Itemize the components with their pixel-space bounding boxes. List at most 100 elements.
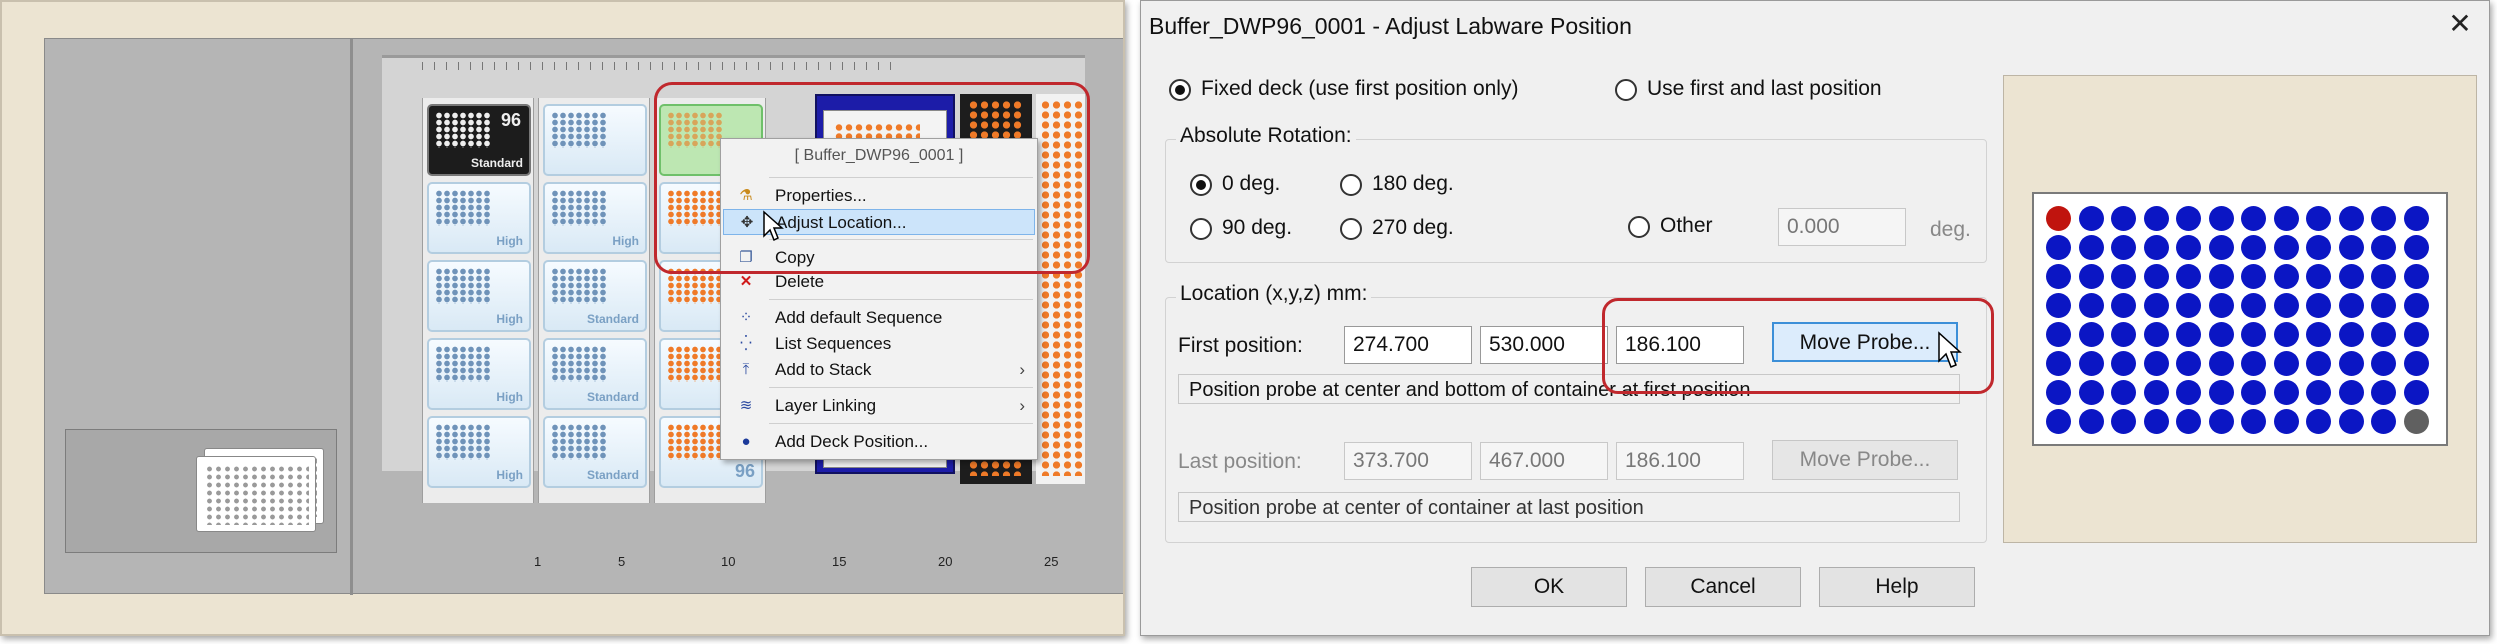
plate-well bbox=[2306, 235, 2331, 260]
plate-well bbox=[2078, 409, 2104, 434]
mini-plate[interactable] bbox=[196, 456, 316, 532]
stack-icon: ⤒ bbox=[742, 361, 750, 378]
panel-divider[interactable] bbox=[350, 39, 353, 595]
plate-well bbox=[2273, 206, 2299, 231]
menu-item-add-deck-position[interactable]: ● Add Deck Position... bbox=[723, 429, 1035, 455]
plate-well bbox=[2403, 322, 2429, 347]
last-x-input[interactable]: 373.700 bbox=[1344, 442, 1472, 480]
move-probe-last-button[interactable]: Move Probe... bbox=[1772, 440, 1958, 480]
storage-area bbox=[65, 429, 337, 553]
chevron-right-icon: › bbox=[1019, 396, 1025, 415]
plate-well bbox=[2338, 351, 2364, 376]
plate-well bbox=[2143, 322, 2169, 347]
plate-well bbox=[2208, 264, 2234, 289]
plate-well bbox=[2273, 264, 2299, 289]
first-x-input[interactable]: 274.700 bbox=[1344, 326, 1472, 364]
last-y-input[interactable]: 467.000 bbox=[1480, 442, 1608, 480]
plate-well bbox=[2241, 293, 2266, 318]
menu-item-list-sequences[interactable]: ⁛ List Sequences bbox=[723, 331, 1035, 357]
labware-plate[interactable]: High bbox=[427, 260, 531, 332]
plate-well bbox=[2111, 206, 2136, 231]
plate-well bbox=[2241, 351, 2266, 376]
plate-well bbox=[2273, 409, 2299, 434]
delete-icon: ✕ bbox=[739, 273, 753, 290]
help-button[interactable]: Help bbox=[1819, 567, 1975, 607]
labware-plate[interactable]: Standard bbox=[543, 260, 647, 332]
link-icon: ≋ bbox=[739, 397, 753, 414]
cancel-button[interactable]: Cancel bbox=[1645, 567, 1801, 607]
plate-well bbox=[2046, 409, 2071, 434]
plate-well bbox=[2273, 380, 2299, 405]
labware-plate[interactable]: 96 Standard bbox=[427, 104, 531, 176]
menu-separator bbox=[769, 387, 1033, 388]
menu-item-add-to-stack[interactable]: ⤒ Add to Stack › bbox=[723, 357, 1035, 383]
plate-well bbox=[2176, 264, 2201, 289]
plate-well bbox=[2273, 322, 2299, 347]
rotation-unit-label: deg. bbox=[1930, 218, 1971, 241]
rotation-90-radio[interactable]: 90 deg. bbox=[1190, 214, 1292, 242]
plate-well bbox=[2371, 351, 2396, 376]
plate-well bbox=[2403, 409, 2429, 434]
chevron-right-icon: › bbox=[1019, 360, 1025, 379]
first-last-radio[interactable]: Use first and last position bbox=[1615, 75, 1882, 103]
labware-plate[interactable]: Standard bbox=[543, 338, 647, 410]
plate-well bbox=[2046, 322, 2071, 347]
plate-well bbox=[2111, 264, 2136, 289]
plate-well bbox=[2208, 409, 2234, 434]
dot-icon: ● bbox=[741, 433, 751, 450]
highlight-frame bbox=[654, 82, 1090, 274]
plate-well bbox=[2143, 235, 2169, 260]
plate-well bbox=[2176, 351, 2201, 376]
dots-icon: ⁛ bbox=[740, 335, 752, 352]
plate-well bbox=[2208, 351, 2234, 376]
plate-well bbox=[2208, 293, 2234, 318]
plate-well bbox=[2111, 380, 2136, 405]
rotation-group: Absolute Rotation: 0 deg. 180 deg. 90 de… bbox=[1165, 124, 1987, 263]
menu-item-layer-linking[interactable]: ≋ Layer Linking › bbox=[723, 393, 1035, 419]
plate-well bbox=[2078, 351, 2104, 376]
close-button[interactable]: ✕ bbox=[2445, 9, 2475, 39]
grid-tick: 25 bbox=[1044, 554, 1059, 569]
plate-well bbox=[2306, 380, 2331, 405]
last-z-input[interactable]: 186.100 bbox=[1616, 442, 1744, 480]
plate-well bbox=[2338, 322, 2364, 347]
grid-tick: 20 bbox=[938, 554, 953, 569]
dots-icon: ⁘ bbox=[739, 309, 753, 326]
grid-ruler bbox=[422, 62, 892, 70]
menu-item-add-default-sequence[interactable]: ⁘ Add default Sequence bbox=[723, 305, 1035, 331]
rotation-180-radio[interactable]: 180 deg. bbox=[1340, 170, 1454, 198]
rotation-0-radio[interactable]: 0 deg. bbox=[1190, 170, 1280, 198]
labware-plate[interactable]: High bbox=[543, 182, 647, 254]
plate-well bbox=[2111, 351, 2136, 376]
plate-well bbox=[2306, 264, 2331, 289]
first-y-input[interactable]: 530.000 bbox=[1480, 326, 1608, 364]
plate-well bbox=[2143, 409, 2169, 434]
rotation-other-radio[interactable]: Other bbox=[1628, 212, 1713, 240]
rotation-270-radio[interactable]: 270 deg. bbox=[1340, 214, 1454, 242]
plate-well bbox=[2273, 293, 2299, 318]
plate-well bbox=[2306, 293, 2331, 318]
labware-plate[interactable]: High bbox=[427, 338, 531, 410]
plate-well bbox=[2338, 293, 2364, 318]
plate-well bbox=[2046, 264, 2071, 289]
grid-tick: 1 bbox=[534, 554, 542, 569]
plate-well bbox=[2176, 409, 2201, 434]
plate-well bbox=[2143, 293, 2169, 318]
plate-well bbox=[2241, 264, 2266, 289]
plate-well bbox=[2046, 293, 2071, 318]
plate-well bbox=[2241, 235, 2266, 260]
labware-plate[interactable] bbox=[543, 104, 647, 176]
highlight-frame bbox=[1602, 298, 1994, 394]
plate-well bbox=[2403, 380, 2429, 405]
ok-button[interactable]: OK bbox=[1471, 567, 1627, 607]
plate-well bbox=[2338, 206, 2364, 231]
plate-well bbox=[2371, 409, 2396, 434]
labware-plate[interactable]: Standard bbox=[543, 416, 647, 488]
labware-plate[interactable]: High bbox=[427, 416, 531, 488]
fixed-deck-radio[interactable]: Fixed deck (use first position only) bbox=[1169, 75, 1518, 103]
rotation-other-input[interactable]: 0.000 bbox=[1778, 208, 1906, 246]
carrier-column-2: High Standard Standard Standard bbox=[538, 98, 650, 503]
plate-well bbox=[2111, 409, 2136, 434]
plate-well bbox=[2371, 264, 2396, 289]
labware-plate[interactable]: High bbox=[427, 182, 531, 254]
